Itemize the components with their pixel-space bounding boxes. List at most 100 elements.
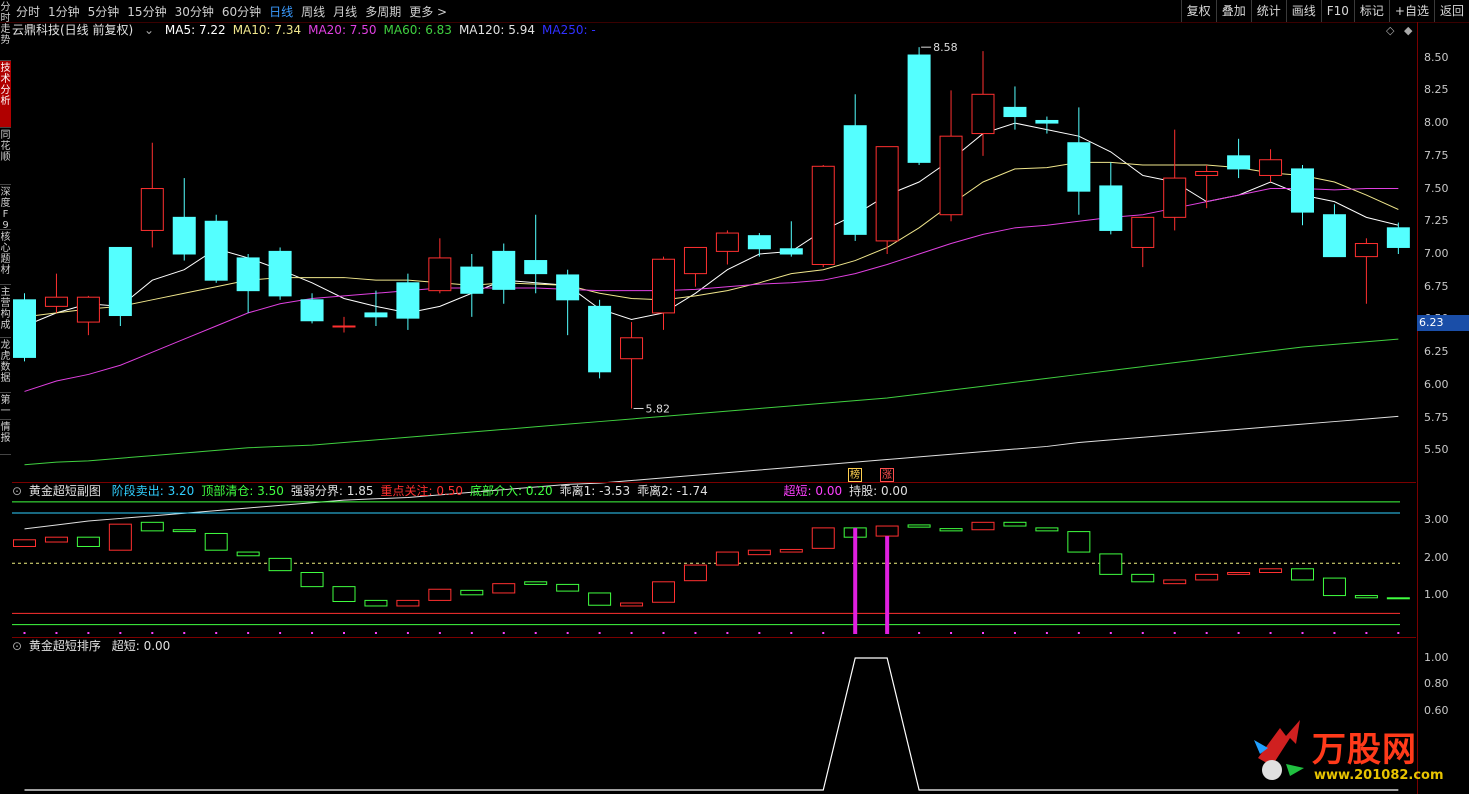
collapse-icon[interactable]: ⊙ <box>12 639 22 653</box>
period-tab[interactable]: 多周期 <box>365 3 401 20</box>
tool-button[interactable]: +自选 <box>1388 0 1434 22</box>
period-tab[interactable]: 月线 <box>333 3 357 20</box>
candle[interactable] <box>44 273 68 313</box>
stock-title[interactable]: 云鼎科技(日线 前复权) <box>12 23 133 37</box>
candle[interactable] <box>588 299 612 379</box>
sub1-bar <box>1163 579 1187 585</box>
tool-button[interactable]: 复权 <box>1180 0 1216 22</box>
settings-icon[interactable]: ◆ <box>1404 24 1412 37</box>
candle[interactable] <box>1386 222 1410 254</box>
side-tab[interactable]: 主营构成 <box>0 285 11 338</box>
diamond-icon[interactable]: ◇ <box>1386 24 1394 37</box>
candle[interactable] <box>715 230 739 265</box>
period-tab[interactable]: 5分钟 <box>88 3 120 20</box>
period-tab[interactable]: 周线 <box>301 3 325 20</box>
dropdown-icon[interactable]: ⌄ <box>144 23 154 37</box>
legend-item: 阶段卖出: 3.20 <box>111 484 195 498</box>
current-price-tag: 6.23 <box>1417 315 1469 331</box>
candle[interactable] <box>843 94 867 241</box>
candle[interactable] <box>779 221 803 257</box>
side-tab[interactable]: 深度F9 <box>0 185 11 230</box>
candle[interactable] <box>492 243 516 304</box>
candle[interactable] <box>652 256 675 330</box>
sub1-dot <box>151 632 154 634</box>
sub1-dot <box>1141 632 1144 634</box>
legend-item: MA5: 7.22 <box>164 23 226 37</box>
y-tick-label: 7.50 <box>1424 181 1449 195</box>
candle[interactable] <box>204 214 228 283</box>
side-tab[interactable]: 第一 <box>0 393 11 420</box>
candle[interactable] <box>108 246 132 326</box>
bang-mark[interactable]: 榜 <box>848 468 862 482</box>
candle[interactable] <box>13 293 36 362</box>
zhang-mark[interactable]: 涨 <box>880 468 894 482</box>
candle[interactable] <box>1131 216 1155 268</box>
candle[interactable] <box>939 90 963 222</box>
y-tick-label: 2.00 <box>1424 550 1449 564</box>
side-tab[interactable]: 技术分析 <box>0 61 11 128</box>
sub1-bar <box>971 521 995 531</box>
collapse-icon[interactable]: ⊙ <box>12 484 22 498</box>
candle[interactable] <box>907 47 931 165</box>
candle[interactable] <box>268 247 292 300</box>
candle[interactable] <box>556 269 580 336</box>
candle[interactable] <box>1163 129 1187 231</box>
candle[interactable] <box>1195 164 1219 209</box>
sub1-bar <box>428 588 452 601</box>
candle[interactable] <box>683 246 707 287</box>
period-tab[interactable]: 60分钟 <box>222 3 261 20</box>
sub1-bar <box>811 527 835 549</box>
candle[interactable] <box>172 178 196 261</box>
candle[interactable] <box>875 146 899 254</box>
tool-button[interactable]: F10 <box>1320 0 1354 22</box>
legend-item: MA60: 6.83 <box>383 23 452 37</box>
candle[interactable] <box>1291 164 1314 226</box>
sub1-dot <box>1077 632 1080 634</box>
panel-divider[interactable] <box>12 482 1416 483</box>
candle[interactable] <box>1259 149 1283 182</box>
side-tab[interactable]: 同花顺 <box>0 128 11 185</box>
sub1-bar <box>1067 531 1091 553</box>
period-tab[interactable]: 日线 <box>269 3 293 20</box>
kline-chart-area[interactable]: 8.58 5.82 <box>0 0 1469 794</box>
sub1-title[interactable]: 黄金超短副图 <box>29 484 101 498</box>
sub2-title[interactable]: 黄金超短排序 <box>29 639 101 653</box>
sub1-bar <box>875 525 899 537</box>
period-tab[interactable]: 15分钟 <box>127 3 166 20</box>
period-tab[interactable]: 30分钟 <box>175 3 214 20</box>
side-tab[interactable]: 分时走势 <box>0 0 11 61</box>
candle[interactable] <box>1099 162 1123 235</box>
tool-button[interactable]: 叠加 <box>1215 0 1251 22</box>
side-tab[interactable]: 核心题材 <box>0 230 11 285</box>
tool-button[interactable]: 画线 <box>1285 0 1321 22</box>
candle[interactable] <box>1227 138 1251 179</box>
panel-divider[interactable] <box>12 637 1416 638</box>
period-tab[interactable]: 更多 > <box>409 3 447 20</box>
side-tab[interactable]: 情报 <box>0 420 11 455</box>
tool-button[interactable]: 统计 <box>1250 0 1286 22</box>
candle[interactable] <box>460 254 484 317</box>
candle[interactable] <box>1354 238 1378 304</box>
side-tab[interactable]: 龙虎数据 <box>0 338 11 393</box>
sub1-bar <box>1259 568 1283 574</box>
candle[interactable] <box>524 214 548 294</box>
tool-button[interactable]: 标记 <box>1353 0 1389 22</box>
candle[interactable] <box>1067 107 1091 215</box>
candle[interactable] <box>236 254 260 313</box>
period-tab[interactable]: 分时 <box>16 3 40 20</box>
candle[interactable] <box>1003 86 1027 130</box>
candle[interactable] <box>1322 204 1346 258</box>
sub1-bar <box>715 551 739 566</box>
candle[interactable] <box>76 295 100 336</box>
candle[interactable] <box>396 273 420 330</box>
candle[interactable] <box>620 322 644 409</box>
candle[interactable] <box>332 316 356 333</box>
candle[interactable] <box>811 164 835 268</box>
legend-item: MA20: 7.50 <box>308 23 377 37</box>
period-tab[interactable]: 1分钟 <box>48 3 80 20</box>
candle[interactable] <box>428 238 452 294</box>
sub1-bar <box>524 581 548 585</box>
candle[interactable] <box>140 142 164 248</box>
sub1-bar <box>1354 595 1378 599</box>
tool-button[interactable]: 返回 <box>1433 0 1469 22</box>
